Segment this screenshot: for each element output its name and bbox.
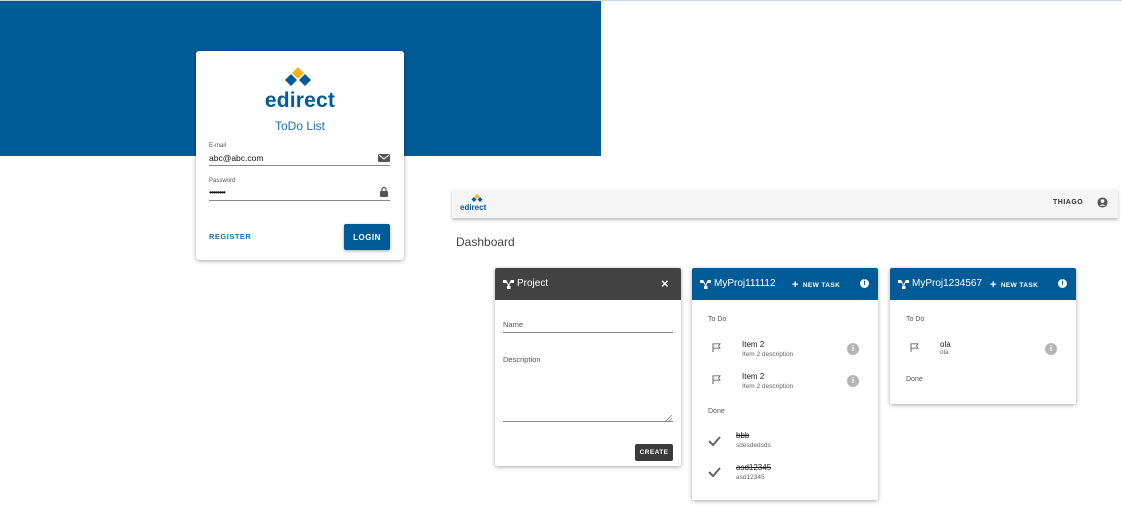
done-task-description: sdesdedsds [736,442,771,449]
task-title[interactable]: Item 2 [742,372,764,381]
username[interactable]: THIAGO [1053,199,1083,206]
project-card: MyProj1234567 + NEW TASK i To Do ola ola … [890,268,1076,404]
task-description: Item 2 description [742,351,794,358]
project-tree-icon [503,280,514,289]
login-button[interactable]: LOGIN [344,224,390,250]
close-icon[interactable]: × [661,276,669,291]
password-underline [209,200,390,201]
appbar-brand: edirect [460,203,487,212]
todo-section-label: To Do [708,316,727,323]
done-section-label: Done [906,376,923,383]
name-field-label: Name [503,320,524,329]
task-info-icon[interactable]: i [1045,343,1057,355]
task-description: Item 2 description [742,383,794,390]
project-card: MyProj111112 + NEW TASK i To Do Item 2 It… [692,268,878,500]
flag-icon [712,343,721,352]
task-title[interactable]: ola [940,340,951,349]
account-circle-icon[interactable] [1097,197,1108,208]
todo-section-label: To Do [906,316,925,323]
email-label: E-mail [209,143,227,149]
new-project-card: Project × Name Description CREATE [495,268,681,466]
app-bar: edirect THIAGO [452,189,1118,218]
new-task-label: NEW TASK [1000,282,1039,289]
check-icon [708,467,721,477]
new-task-button[interactable]: + NEW TASK [990,279,1038,291]
email-underline [209,165,390,166]
resize-handle-icon[interactable] [666,415,672,421]
login-card: edirect ToDo List E-mail abc@abc.com Pas… [196,51,404,260]
project-header: MyProj111112 + NEW TASK i [692,268,878,300]
task-description: ola [940,349,949,356]
description-field[interactable] [503,421,673,422]
check-icon [708,436,721,446]
done-task-description: asd12345 [736,474,765,481]
new-task-button[interactable]: + NEW TASK [792,279,840,291]
flag-icon [910,343,919,352]
app-subtitle: ToDo List [274,119,326,133]
brand-name: edirect [264,89,336,112]
description-field-label: Description [503,355,541,364]
mail-icon [378,154,390,162]
task-info-icon[interactable]: i [847,343,859,355]
project-title: MyProj111112 [714,278,776,289]
project-tree-icon [700,280,711,289]
project-title: MyProj1234567 [912,278,983,289]
project-header: MyProj1234567 + NEW TASK i [890,268,1076,300]
flag-icon [712,375,721,384]
new-project-title: Project [517,278,549,289]
register-link[interactable]: REGISTER [209,232,251,241]
project-info-icon[interactable]: i [860,279,869,288]
task-info-icon[interactable]: i [847,375,859,387]
plus-icon: + [792,279,799,291]
new-project-header: Project × [495,268,681,300]
page-title: Dashboard [456,235,515,249]
password-label: Password [209,178,236,184]
password-field[interactable]: •••••••• [209,187,226,197]
done-section-label: Done [708,408,725,415]
project-info-icon[interactable]: i [1058,279,1067,288]
task-title[interactable]: Item 2 [742,340,764,349]
email-field[interactable]: abc@abc.com [209,153,263,163]
plus-icon: + [990,279,997,291]
done-task-title[interactable]: asd12345 [736,463,771,472]
done-task-title[interactable]: bbb [736,431,749,440]
edirect-logo-icon [285,67,311,86]
name-field[interactable] [503,332,673,333]
create-project-button[interactable]: CREATE [635,444,673,461]
new-task-label: NEW TASK [802,282,841,289]
project-tree-icon [898,280,909,289]
appbar-logo[interactable]: edirect [460,194,492,214]
lock-icon [380,187,388,197]
